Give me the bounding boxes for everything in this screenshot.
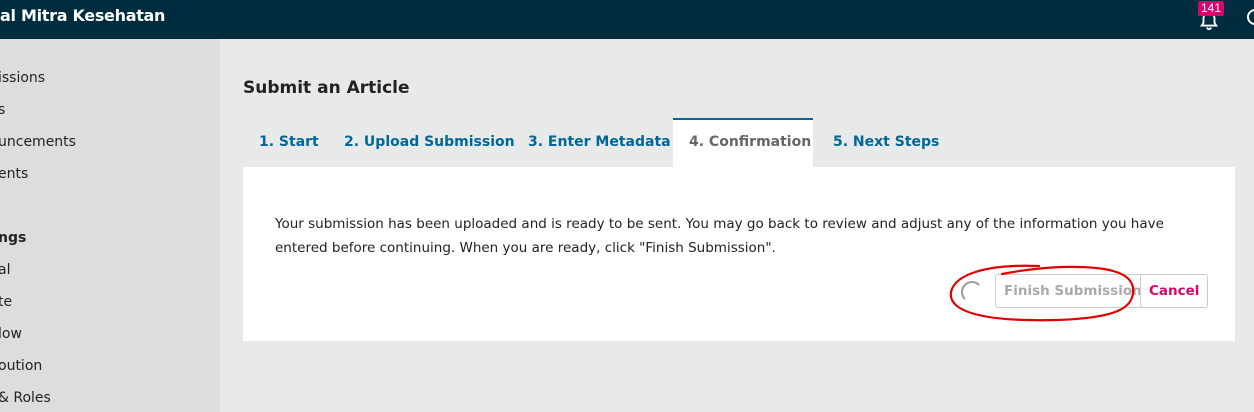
sidebar: issions s uncements ents ngs al te low o… xyxy=(0,39,220,412)
top-bar: al Mitra Kesehatan 141 xyxy=(0,0,1254,39)
submission-tabs: 1. Start 2. Upload Submission 3. Enter M… xyxy=(243,118,1233,167)
sidebar-item-issues[interactable]: s xyxy=(0,102,5,118)
annotation-circle xyxy=(949,264,1135,322)
notifications-button[interactable]: 141 xyxy=(1196,1,1225,32)
sidebar-item-distribution[interactable]: oution xyxy=(0,358,42,374)
tab-next-steps[interactable]: 5. Next Steps xyxy=(817,118,955,167)
page-title: Submit an Article xyxy=(243,78,410,98)
sidebar-item-users-roles[interactable]: & Roles xyxy=(0,390,51,406)
confirmation-message: Your submission has been uploaded and is… xyxy=(275,216,1164,256)
sidebar-item-submissions[interactable]: issions xyxy=(0,70,45,86)
sidebar-item-payments[interactable]: ents xyxy=(0,166,28,182)
sidebar-item-announcements[interactable]: uncements xyxy=(0,134,76,150)
site-title[interactable]: al Mitra Kesehatan xyxy=(0,6,165,25)
tab-confirmation[interactable]: 4. Confirmation xyxy=(673,118,813,167)
tab-start[interactable]: 1. Start xyxy=(243,118,335,167)
user-icon[interactable] xyxy=(1247,9,1254,25)
main-content: Submit an Article 1. Start 2. Upload Sub… xyxy=(220,39,1254,412)
sidebar-item-website[interactable]: te xyxy=(0,294,12,310)
notification-count-badge: 141 xyxy=(1198,1,1225,16)
tab-enter-metadata[interactable]: 3. Enter Metadata xyxy=(512,118,687,167)
sidebar-item-journal[interactable]: al xyxy=(0,262,10,278)
tab-upload-submission[interactable]: 2. Upload Submission xyxy=(328,118,531,167)
sidebar-item-workflow[interactable]: low xyxy=(0,326,22,342)
sidebar-heading-settings: ngs xyxy=(0,230,27,246)
cancel-button[interactable]: Cancel xyxy=(1140,274,1209,308)
